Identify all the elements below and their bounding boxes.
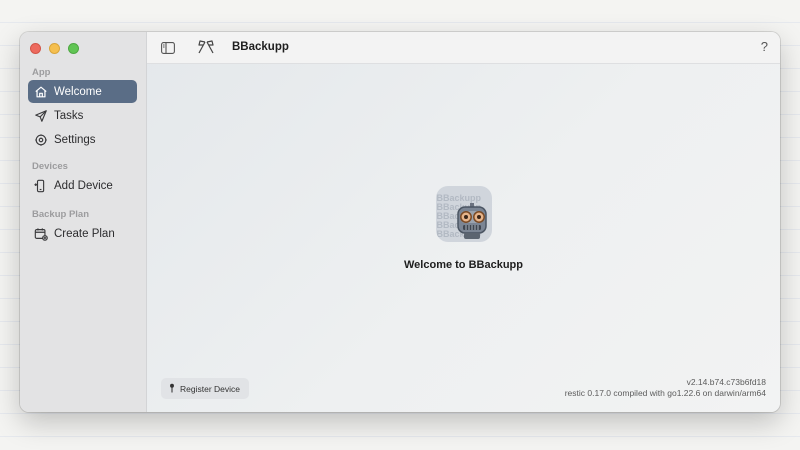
sidebar: App Welcome Tasks Settings Devices Add D… <box>20 32 147 412</box>
sidebar-item-label: Tasks <box>54 109 84 122</box>
home-icon <box>34 85 48 99</box>
build-info-text: restic 0.17.0 compiled with go1.22.6 on … <box>564 388 766 398</box>
zoom-window-button[interactable] <box>68 43 79 54</box>
sidebar-item-settings[interactable]: Settings <box>28 128 137 151</box>
register-device-label: Register Device <box>180 383 240 394</box>
sidebar-item-tasks[interactable]: Tasks <box>28 104 137 127</box>
window-controls <box>30 43 79 54</box>
sidebar-toggle-icon[interactable] <box>161 41 175 54</box>
welcome-hero: BBackupp BBackupp BBackupp BBackupp BBac… <box>147 186 780 271</box>
phone-add-icon <box>34 179 48 193</box>
sidebar-item-label: Settings <box>54 133 96 146</box>
version-text: v2.14.b74.c73b6fd18 <box>686 377 766 387</box>
help-button[interactable]: ? <box>761 39 768 54</box>
sidebar-item-label: Add Device <box>54 179 113 192</box>
gear-icon <box>34 133 48 147</box>
app-window: App Welcome Tasks Settings Devices Add D… <box>20 32 780 412</box>
window-title: BBackupp <box>232 41 289 53</box>
paper-plane-icon <box>34 109 48 123</box>
section-title-app: App <box>32 67 51 78</box>
calendar-add-icon <box>34 227 48 241</box>
sidebar-item-create-plan[interactable]: Create Plan <box>28 222 137 245</box>
main-content: BBackupp ? BBackupp BBackupp BBackupp BB… <box>147 32 780 412</box>
register-device-button[interactable]: Register Device <box>161 378 249 399</box>
app-logo-icon <box>196 39 216 55</box>
toolbar: BBackupp ? <box>147 32 780 64</box>
sidebar-item-add-device[interactable]: Add Device <box>28 174 137 197</box>
pin-icon <box>169 383 175 395</box>
sidebar-item-label: Welcome <box>54 85 102 98</box>
sidebar-nav: App Welcome Tasks Settings Devices Add D… <box>28 66 137 246</box>
section-title-devices: Devices <box>32 161 68 172</box>
welcome-title: Welcome to BBackupp <box>404 259 523 271</box>
version-info: v2.14.b74.c73b6fd18 restic 0.17.0 compil… <box>565 377 766 399</box>
close-window-button[interactable] <box>30 43 41 54</box>
sidebar-item-welcome[interactable]: Welcome <box>28 80 137 103</box>
minimize-window-button[interactable] <box>49 43 60 54</box>
sidebar-item-label: Create Plan <box>54 227 115 240</box>
app-mascot-icon: BBackupp BBackupp BBackupp BBackupp BBac… <box>435 186 492 242</box>
robot-head-icon <box>456 203 487 239</box>
section-title-backup-plan: Backup Plan <box>32 209 90 220</box>
